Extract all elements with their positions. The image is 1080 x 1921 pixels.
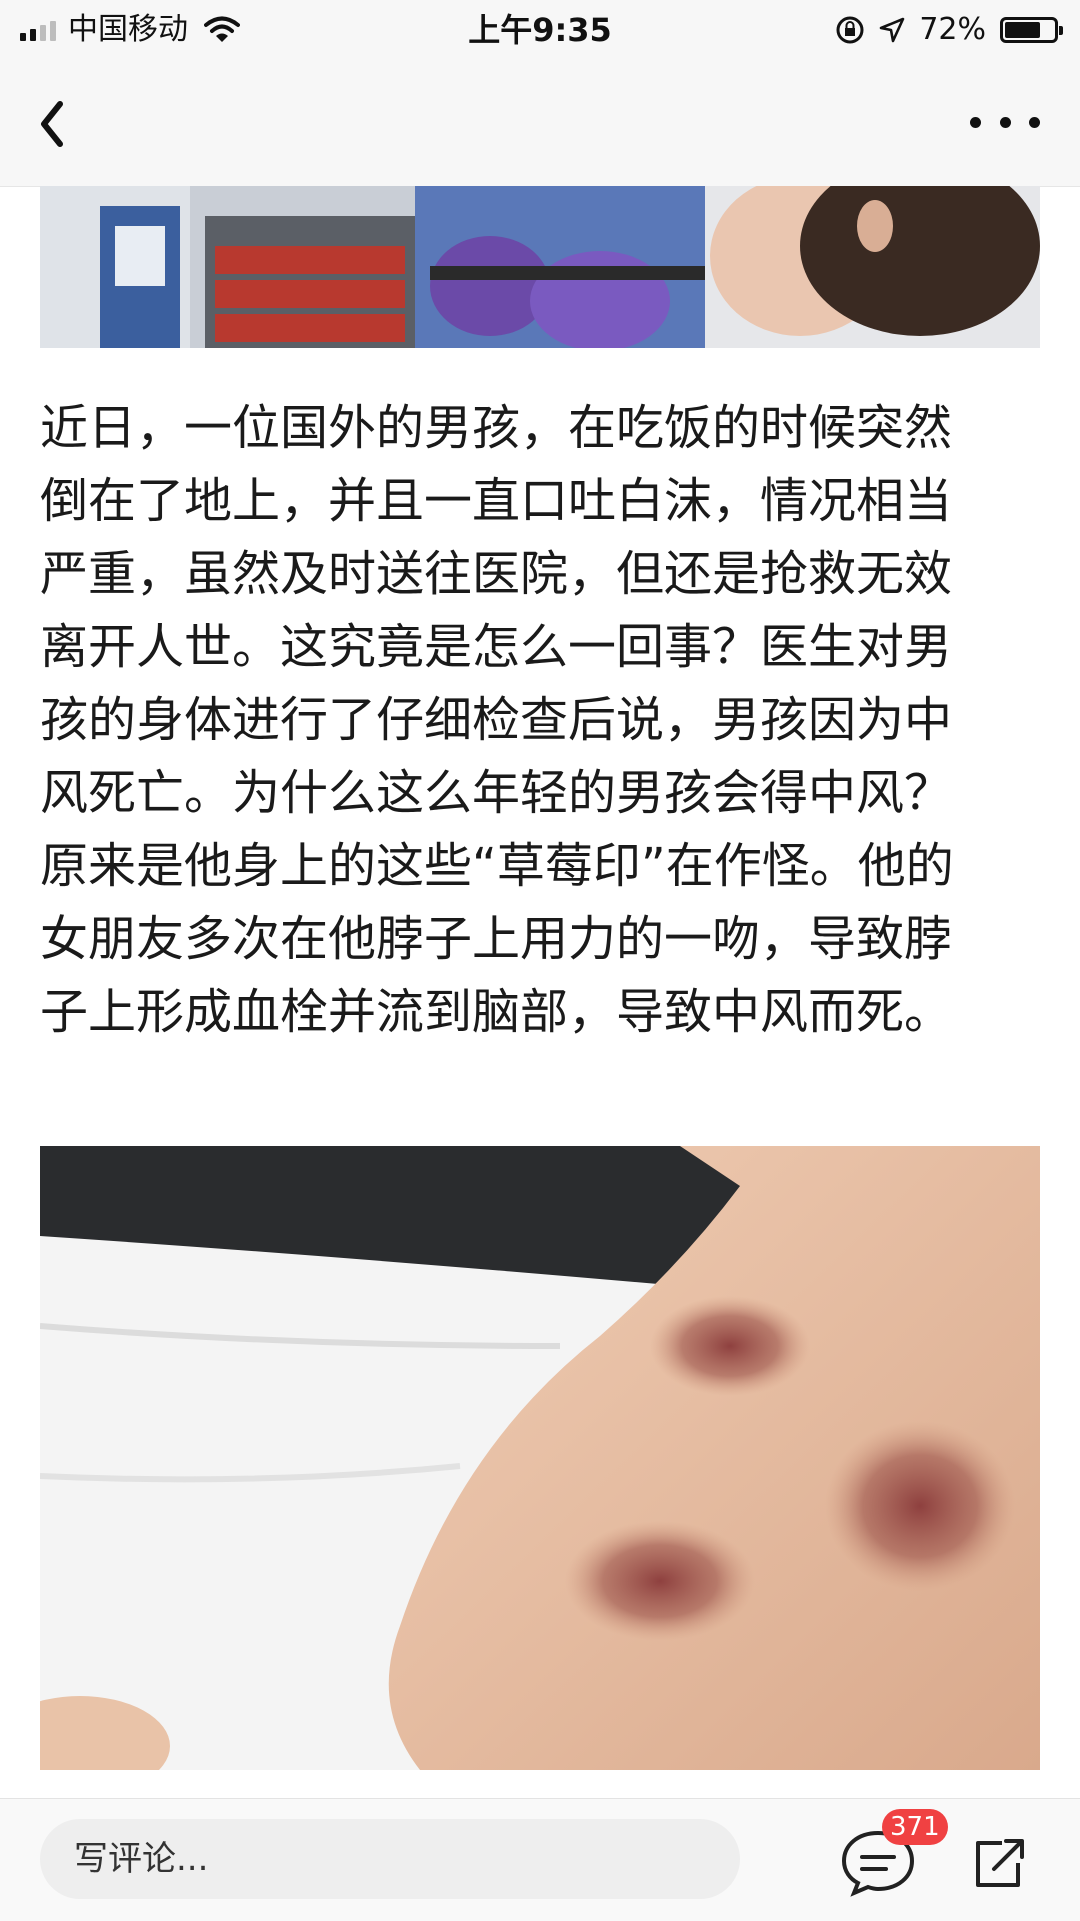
article-line: 近日，一位国外的男孩，在吃饭的时候突然 (40, 400, 953, 456)
article-line: 风死亡。为什么这么年轻的男孩会得中风？ (40, 765, 953, 821)
article-line: 原来是他身上的这些“草莓印”在作怪。他的 (40, 838, 954, 894)
comment-count-badge: 371 (882, 1809, 948, 1845)
battery-icon (1000, 17, 1063, 43)
article-image-shoulder (40, 1146, 1040, 1770)
comment-input[interactable]: 写评论... (40, 1819, 740, 1899)
nav-bar (0, 62, 1080, 187)
battery-percent: 72% (919, 12, 986, 47)
more-dots-icon (970, 116, 981, 128)
article-line: 离开人世。这究竟是怎么一回事？医生对男 (40, 619, 953, 675)
status-bar: 中国移动 上午9:35 72% (0, 0, 1080, 62)
status-right: 72% (835, 10, 1063, 50)
article-line: 倒在了地上，并且一直口吐白沫，情况相当 (40, 473, 953, 529)
article-body: 近日，一位国外的男孩，在吃饭的时候突然 倒在了地上，并且一直口吐白沫，情况相当 严重… (40, 392, 1045, 1049)
battery-fill (1005, 22, 1040, 38)
more-button[interactable] (970, 102, 1040, 142)
share-button[interactable] (972, 1831, 1028, 1891)
article-line: 孩的身体进行了仔细检查后说，男孩因为中 (40, 692, 953, 748)
chevron-left-icon (41, 101, 63, 147)
back-button[interactable] (26, 94, 86, 154)
rotation-lock-icon (836, 16, 864, 44)
location-arrow-icon (880, 17, 905, 43)
article-line: 严重，虽然及时送往医院，但还是抢救无效 (40, 546, 953, 602)
article-line: 女朋友多次在他脖子上用力的一吻，导致脖 (40, 911, 953, 967)
article-line: 子上形成血栓并流到脑部，导致中风而死。 (40, 984, 953, 1040)
article-image-hospital (40, 186, 1040, 348)
bottom-bar: 写评论... 371 (0, 1798, 1080, 1921)
